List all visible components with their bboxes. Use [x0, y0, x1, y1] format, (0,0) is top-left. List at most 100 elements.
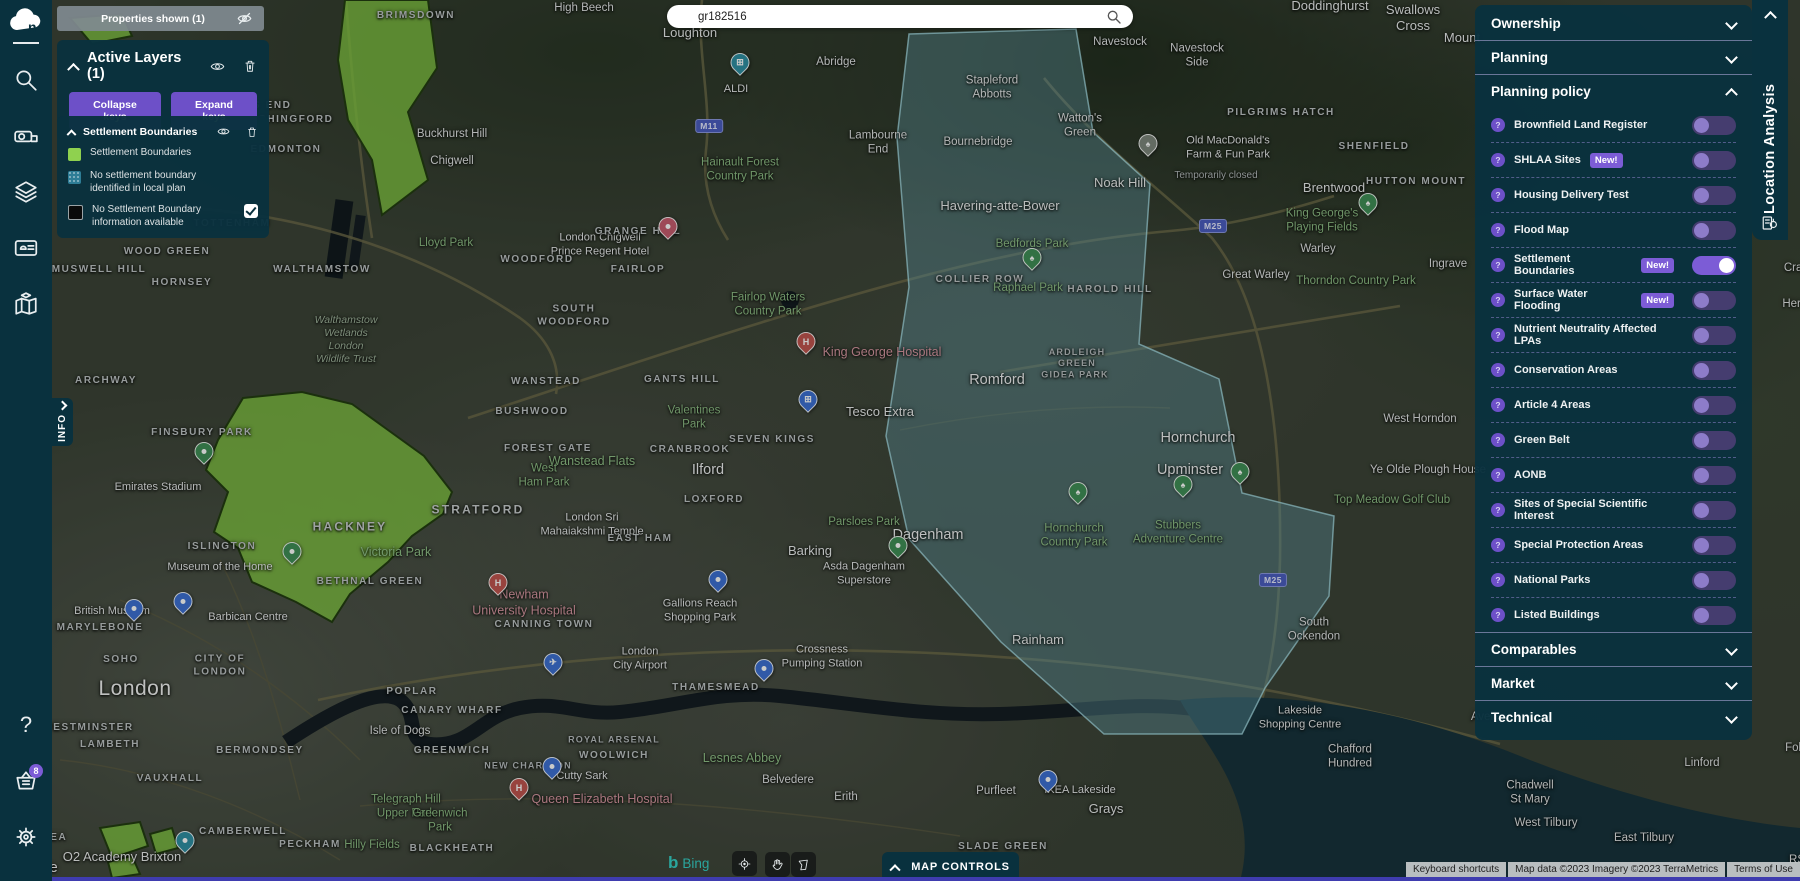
layer-label: Surface Water Flooding: [1514, 288, 1588, 312]
toggle-shlaa-sites[interactable]: [1692, 150, 1736, 170]
layer-label: Listed Buildings: [1514, 609, 1600, 621]
section-comparables: Comparables: [1475, 632, 1752, 666]
chevron-down-icon: [1725, 51, 1738, 64]
toggle-sites-of-special-scientific-interest[interactable]: [1692, 500, 1736, 520]
tree-pin-glyph: ♠: [1237, 466, 1243, 477]
basket-icon[interactable]: 8: [6, 761, 46, 801]
toggle-knob: [1694, 572, 1709, 588]
toggle-knob: [1694, 327, 1709, 343]
bing-logo[interactable]: b Bing: [668, 853, 709, 873]
toggle-aonb[interactable]: [1692, 465, 1736, 485]
tree-pin-glyph: ♠: [1075, 486, 1081, 497]
info-tab-label: INFO: [57, 414, 68, 442]
search-icon[interactable]: [6, 60, 46, 100]
portfolio-map-icon[interactable]: [6, 284, 46, 324]
active-layers-title: Active Layers (1): [87, 50, 182, 82]
layers-icon[interactable]: [6, 172, 46, 212]
help-circle-icon[interactable]: ?: [1491, 363, 1505, 377]
properties-shown-label: Properties shown (1): [101, 12, 205, 25]
section-header-comparables[interactable]: Comparables: [1491, 633, 1738, 666]
toggle-settlement-boundaries[interactable]: [1692, 255, 1736, 275]
help-circle-icon[interactable]: ?: [1491, 293, 1505, 307]
help-circle-icon[interactable]: ?: [1491, 328, 1505, 342]
toggle-flood-map[interactable]: [1692, 220, 1736, 240]
toggle-knob: [1694, 432, 1709, 448]
cart-pin-glyph: ⊞: [804, 394, 812, 404]
toggle-knob: [1694, 467, 1709, 483]
green-pin-glyph: [890, 537, 907, 554]
section-label: Technical: [1491, 710, 1553, 725]
help-icon[interactable]: ?: [6, 705, 46, 745]
toggle-housing-delivery-test[interactable]: [1692, 185, 1736, 205]
eye-icon[interactable]: [210, 59, 225, 74]
map-attribution: Keyboard shortcuts Map data ©2023 Imagery…: [1405, 862, 1800, 877]
section-header-ownership[interactable]: Ownership: [1491, 7, 1738, 40]
info-tab[interactable]: INFO: [52, 398, 73, 446]
help-circle-icon[interactable]: ?: [1491, 188, 1505, 202]
toggle-nutrient-neutrality-affected-lpas[interactable]: [1692, 325, 1736, 345]
help-circle-icon[interactable]: ?: [1491, 608, 1505, 622]
attribution-terms-of-use[interactable]: Terms of Use: [1727, 862, 1800, 877]
search-icon[interactable]: [1106, 9, 1122, 25]
help-circle-icon[interactable]: ?: [1491, 433, 1505, 447]
toggle-knob: [1694, 502, 1709, 518]
section-header-market[interactable]: Market: [1491, 667, 1738, 700]
locate-icon[interactable]: [732, 851, 757, 876]
question-glyph: ?: [19, 712, 33, 737]
site-card-icon[interactable]: [6, 228, 46, 268]
toggle-listed-buildings[interactable]: [1692, 605, 1736, 625]
key-label: Settlement Boundaries: [90, 147, 192, 158]
toggle-knob: [1694, 187, 1709, 203]
green-pin-glyph: [284, 543, 301, 560]
toggle-knob: [1694, 362, 1709, 378]
pan-hand-icon[interactable]: [765, 852, 790, 877]
help-circle-icon[interactable]: ?: [1491, 468, 1505, 482]
trash-icon[interactable]: [243, 59, 257, 73]
search-input[interactable]: [696, 9, 1106, 24]
settings-gear-icon[interactable]: [6, 817, 46, 857]
toggle-article-4-areas[interactable]: [1692, 395, 1736, 415]
section-header-planning[interactable]: Planning: [1491, 41, 1738, 74]
site-report-icon[interactable]: [1761, 214, 1779, 232]
motorway-shield-m25: M25: [1258, 573, 1288, 587]
bottom-accent-strip: [0, 877, 1800, 881]
toggle-conservation-areas[interactable]: [1692, 360, 1736, 380]
toggle-green-belt[interactable]: [1692, 430, 1736, 450]
help-circle-icon[interactable]: ?: [1491, 258, 1505, 272]
location-analysis-tab[interactable]: Location Analysis: [1752, 0, 1788, 240]
chevron-down-icon: [1725, 711, 1738, 724]
measure-icon[interactable]: [6, 116, 46, 156]
toggle-special-protection-areas[interactable]: [1692, 535, 1736, 555]
section-header-technical[interactable]: Technical: [1491, 701, 1738, 734]
collapse-panel-chevron[interactable]: [67, 62, 80, 76]
section-label: Planning policy: [1491, 84, 1591, 99]
help-circle-icon[interactable]: ?: [1491, 398, 1505, 412]
layer-row-housing-delivery-test: ? Housing Delivery Test: [1491, 177, 1736, 212]
section-label: Comparables: [1491, 642, 1577, 657]
help-circle-icon[interactable]: ?: [1491, 538, 1505, 552]
help-circle-icon[interactable]: ?: [1491, 153, 1505, 167]
help-circle-icon[interactable]: ?: [1491, 118, 1505, 132]
polygon-select-icon[interactable]: [791, 852, 816, 877]
trash-icon[interactable]: [246, 126, 258, 138]
toggle-brownfield-land-register[interactable]: [1692, 115, 1736, 135]
eye-icon[interactable]: [217, 125, 230, 138]
app-logo[interactable]: n: [9, 8, 43, 36]
help-circle-icon[interactable]: ?: [1491, 573, 1505, 587]
toggle-national-parks[interactable]: [1692, 570, 1736, 590]
key-checkbox[interactable]: [244, 204, 258, 218]
help-circle-icon[interactable]: ?: [1491, 503, 1505, 517]
help-circle-icon[interactable]: ?: [1491, 223, 1505, 237]
layer-label: Conservation Areas: [1514, 364, 1618, 376]
section-header-planning-policy[interactable]: Planning policy: [1491, 75, 1738, 108]
motorway-shield-m25: M25: [1198, 219, 1228, 233]
eye-off-icon[interactable]: [237, 11, 252, 26]
layer-key-row: No Settlement Boundary information avail…: [68, 204, 258, 229]
toggle-surface-water-flooding[interactable]: [1692, 290, 1736, 310]
key-label: No Settlement Boundary information avail…: [92, 204, 201, 228]
properties-shown-bar[interactable]: Properties shown (1): [57, 6, 264, 31]
toggle-knob: [1694, 537, 1709, 553]
toggle-knob: [1694, 292, 1709, 308]
collapse-key-chevron[interactable]: [66, 129, 77, 140]
attribution-keyboard-shortcuts[interactable]: Keyboard shortcuts: [1405, 862, 1507, 877]
